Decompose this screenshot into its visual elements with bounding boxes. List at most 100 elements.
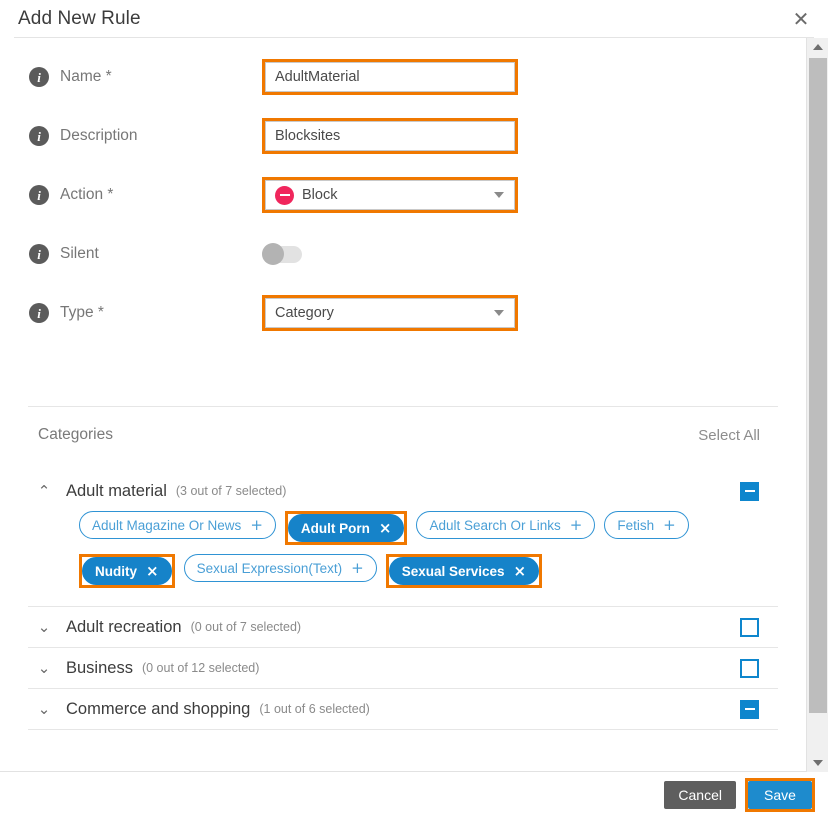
type-select[interactable]: Category (265, 298, 515, 328)
action-label: Action * (60, 186, 114, 203)
indeterminate-checkbox[interactable] (740, 481, 759, 501)
checkbox[interactable] (740, 617, 759, 637)
form-row-silent: i Silent (0, 231, 790, 277)
chevron-up-icon[interactable]: ⌃ (36, 483, 52, 499)
category-group-header[interactable]: ⌄ Business (0 out of 12 selected) (0, 648, 790, 688)
category-group-header[interactable]: ⌃ Adult material (3 out of 7 selected) (0, 471, 790, 511)
category-group-name: Adult recreation (66, 617, 182, 636)
category-chip-label: Adult Magazine Or News (92, 517, 242, 533)
remove-chip-icon[interactable]: × (379, 520, 392, 536)
type-label-wrap: i Type * (0, 303, 262, 323)
type-field-highlight: Category (262, 295, 518, 331)
add-chip-icon[interactable]: + (570, 517, 583, 533)
add-chip-icon[interactable]: + (250, 517, 263, 533)
info-icon[interactable]: i (29, 185, 49, 205)
form-row-description: i Description (0, 113, 790, 159)
form-row-name: i Name * (0, 54, 790, 100)
category-chip-label: Fetish (617, 517, 655, 533)
categories-list: ⌃ Adult material (3 out of 7 selected) Adul… (0, 471, 790, 730)
dialog-footer: Cancel Save (0, 772, 828, 818)
categories-top-divider (28, 406, 778, 407)
description-label: Description (60, 127, 138, 144)
action-label-wrap: i Action * (0, 185, 262, 205)
add-chip-icon[interactable]: + (663, 517, 676, 533)
info-icon[interactable]: i (29, 126, 49, 146)
type-label: Type * (60, 304, 104, 321)
category-group-count: (0 out of 7 selected) (190, 620, 302, 634)
dialog-header: Add New Rule ✕ (0, 0, 828, 37)
chevron-down-icon[interactable]: ⌄ (36, 660, 52, 676)
category-group-count: (3 out of 7 selected) (175, 484, 287, 498)
add-chip-icon[interactable]: + (351, 560, 364, 576)
category-chip-list: Adult Magazine Or News + Adult Porn × Adult … (0, 511, 720, 588)
category-group-name: Business (66, 658, 133, 677)
category-chip-label: Adult Search Or Links (429, 517, 561, 533)
dialog-scroll-body: i Name * i Description i Action * (0, 38, 806, 772)
action-field-highlight: Block (262, 177, 518, 213)
category-chip-label: Nudity (95, 563, 137, 579)
cancel-button[interactable]: Cancel (664, 781, 736, 809)
action-selected-value: Block (302, 187, 338, 203)
info-icon[interactable]: i (29, 303, 49, 323)
form-row-action: i Action * Block (0, 172, 790, 218)
category-chip[interactable]: Adult Magazine Or News + (79, 511, 276, 539)
action-select[interactable]: Block (265, 180, 515, 210)
info-icon[interactable]: i (29, 67, 49, 87)
save-button[interactable]: Save (748, 781, 812, 809)
block-icon (275, 185, 294, 205)
description-label-wrap: i Description (0, 126, 262, 146)
page-title: Add New Rule (18, 7, 141, 29)
category-group: ⌄ Adult recreation (0 out of 7 selected) (0, 607, 790, 648)
category-group: ⌄ Business (0 out of 12 selected) (0, 648, 790, 689)
name-input[interactable] (265, 62, 515, 92)
scrollbar-thumb[interactable] (809, 58, 827, 713)
categories-header: Categories Select All (0, 421, 790, 449)
category-group-header[interactable]: ⌄ Commerce and shopping (1 out of 6 select… (0, 689, 790, 729)
category-chip[interactable]: Nudity × (82, 557, 172, 585)
category-group-name: Adult material (66, 481, 167, 500)
info-icon[interactable]: i (29, 244, 49, 264)
silent-toggle[interactable] (262, 243, 302, 265)
category-chip[interactable]: Adult Search Or Links + (416, 511, 596, 539)
name-field-highlight (262, 59, 518, 95)
category-group-header[interactable]: ⌄ Adult recreation (0 out of 7 selected) (0, 607, 790, 647)
chevron-down-icon (494, 192, 504, 198)
group-divider (28, 729, 778, 730)
category-chip-label: Sexual Expression(Text) (196, 560, 343, 576)
select-all-link[interactable]: Select All (698, 427, 760, 444)
vertical-scrollbar[interactable] (806, 38, 828, 772)
checkbox[interactable] (740, 658, 759, 678)
chip-highlight: Adult Porn × (284, 511, 408, 545)
remove-chip-icon[interactable]: × (146, 563, 159, 579)
scroll-up-arrow-icon[interactable] (807, 38, 828, 56)
category-group: ⌄ Commerce and shopping (1 out of 6 select… (0, 689, 790, 730)
category-chip-label: Adult Porn (300, 520, 370, 536)
chevron-down-icon (494, 310, 504, 316)
description-input[interactable] (265, 121, 515, 151)
chip-highlight: Sexual Services × (385, 554, 543, 588)
category-group-name: Commerce and shopping (66, 699, 251, 718)
description-field-highlight (262, 118, 518, 154)
category-group-count: (0 out of 12 selected) (141, 661, 260, 675)
indeterminate-checkbox[interactable] (740, 699, 759, 719)
chip-highlight: Nudity × (79, 554, 175, 588)
category-chip[interactable]: Fetish + (604, 511, 689, 539)
categories-title: Categories (38, 426, 113, 443)
toggle-knob (262, 243, 284, 265)
name-label-wrap: i Name * (0, 67, 262, 87)
category-chip[interactable]: Sexual Services × (388, 557, 540, 585)
category-group-count: (1 out of 6 selected) (259, 702, 370, 716)
remove-chip-icon[interactable]: × (514, 563, 527, 579)
category-chip[interactable]: Adult Porn × (287, 514, 405, 542)
category-chip[interactable]: Sexual Expression(Text) + (183, 554, 377, 582)
add-new-rule-dialog: Add New Rule ✕ i Name * i Description (0, 0, 828, 818)
scroll-down-arrow-icon[interactable] (807, 754, 828, 772)
chevron-down-icon[interactable]: ⌄ (36, 701, 52, 717)
close-icon[interactable]: ✕ (788, 6, 814, 32)
save-button-highlight: Save (745, 778, 815, 812)
chevron-down-icon[interactable]: ⌄ (36, 619, 52, 635)
type-selected-value: Category (275, 305, 334, 321)
name-label: Name * (60, 68, 112, 85)
silent-label: Silent (60, 245, 99, 262)
